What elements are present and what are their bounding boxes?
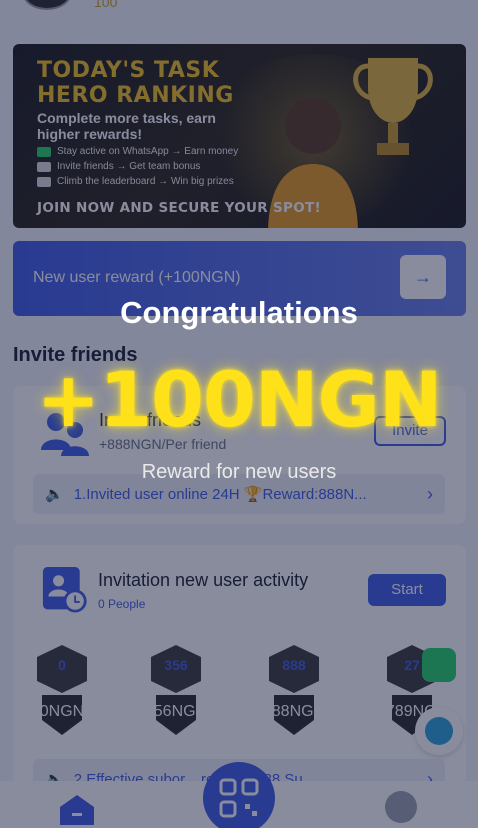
- popup-amount: +100NGN: [36, 355, 443, 444]
- popup-title: Congratulations: [120, 295, 358, 330]
- reward-overlay[interactable]: Congratulations +100NGN Reward for new u…: [0, 0, 478, 828]
- scrollbar-track: [478, 0, 487, 828]
- popup-description: Reward for new users: [141, 461, 337, 483]
